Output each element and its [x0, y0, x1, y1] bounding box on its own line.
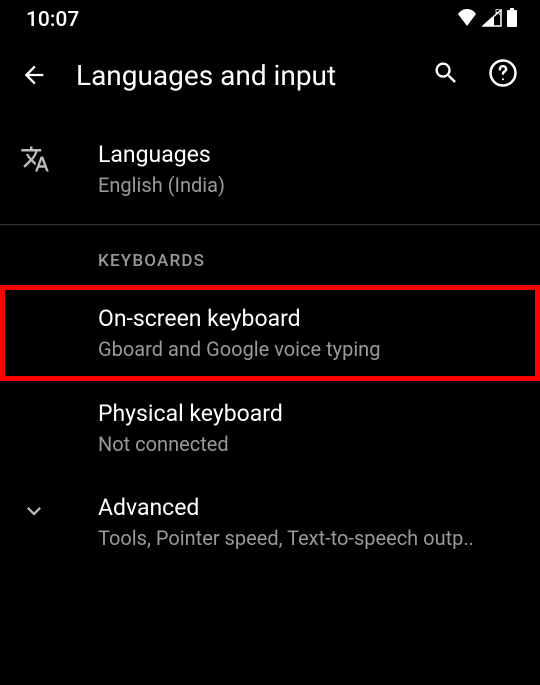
wifi-icon — [456, 9, 478, 31]
languages-title: Languages — [98, 140, 520, 170]
advanced-item[interactable]: Advanced Tools, Pointer speed, Text-to-s… — [0, 475, 540, 569]
onscreen-keyboard-text: On-screen keyboard Gboard and Google voi… — [20, 304, 520, 362]
page-title: Languages and input — [76, 59, 404, 92]
help-icon — [488, 58, 518, 88]
back-arrow-icon — [20, 61, 48, 89]
onscreen-keyboard-title: On-screen keyboard — [98, 304, 520, 334]
languages-subtitle: English (India) — [98, 172, 520, 198]
svg-text:R: R — [495, 9, 501, 17]
languages-item[interactable]: Languages English (India) — [0, 122, 540, 216]
search-icon — [432, 59, 460, 87]
status-bar: 10:07 R — [0, 0, 540, 40]
physical-keyboard-text: Physical keyboard Not connected — [20, 399, 520, 457]
advanced-text: Advanced Tools, Pointer speed, Text-to-s… — [72, 493, 520, 551]
search-button[interactable] — [432, 59, 460, 91]
signal-icon: R — [482, 9, 502, 31]
physical-keyboard-item[interactable]: Physical keyboard Not connected — [0, 381, 540, 475]
header-actions — [432, 58, 518, 92]
languages-text: Languages English (India) — [72, 140, 520, 198]
chevron-down-icon — [20, 493, 72, 525]
onscreen-keyboard-item[interactable]: On-screen keyboard Gboard and Google voi… — [0, 285, 540, 381]
translate-icon — [20, 140, 72, 174]
battery-icon — [506, 8, 518, 32]
back-button[interactable] — [20, 61, 48, 89]
physical-keyboard-title: Physical keyboard — [98, 399, 520, 429]
onscreen-keyboard-subtitle: Gboard and Google voice typing — [98, 336, 520, 362]
keyboards-section-header: KEYBOARDS — [0, 225, 540, 285]
physical-keyboard-subtitle: Not connected — [98, 431, 520, 457]
app-header: Languages and input — [0, 40, 540, 122]
status-icons: R — [456, 8, 518, 32]
settings-list: Languages English (India) KEYBOARDS On-s… — [0, 122, 540, 569]
status-time: 10:07 — [26, 8, 79, 32]
help-button[interactable] — [488, 58, 518, 92]
advanced-title: Advanced — [98, 493, 520, 523]
advanced-subtitle: Tools, Pointer speed, Text-to-speech out… — [98, 525, 520, 551]
